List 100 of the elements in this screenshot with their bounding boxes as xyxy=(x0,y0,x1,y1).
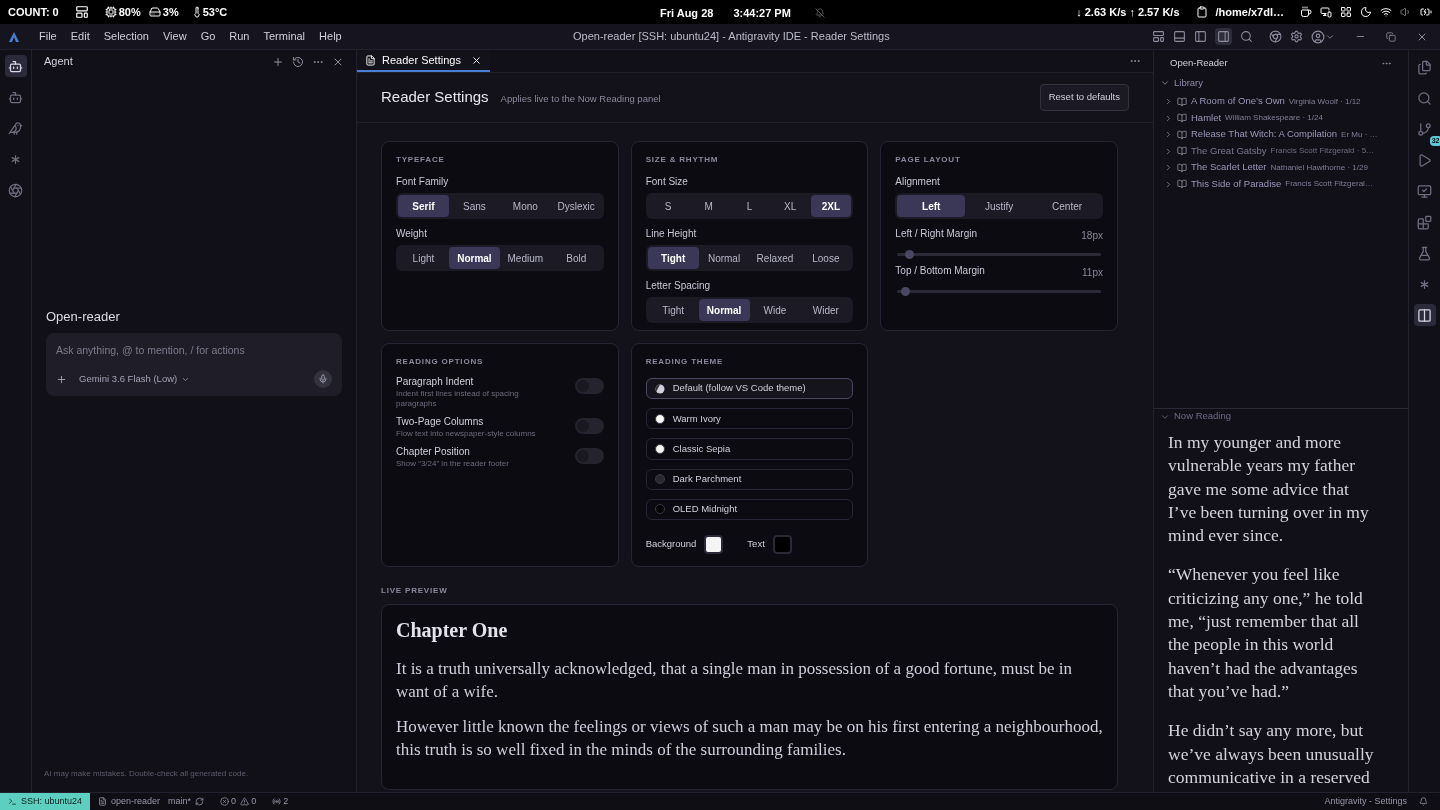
book-paragraph: In my younger and more vulnerable years my father gave me some advice that I’ve been turning over in my mind ever since. xyxy=(1168,431,1370,548)
card-heading: PAGE LAYOUT xyxy=(895,155,962,165)
close-icon[interactable] xyxy=(470,54,482,66)
preview-paragraph: It is a truth universally acknowledged, that a single man in possession of a good fortune, must be in want of a wife. xyxy=(396,658,1074,703)
book-title[interactable]: Hamlet xyxy=(1191,110,1222,126)
segment-option[interactable]: Normal xyxy=(698,247,750,269)
segment-option[interactable]: 2XL xyxy=(810,195,852,217)
segment-option[interactable]: Medium xyxy=(499,247,551,269)
restore-icon xyxy=(1386,31,1396,42)
color-swatch[interactable] xyxy=(772,535,792,554)
menu-item[interactable]: Help xyxy=(312,28,349,45)
theme-option[interactable]: Warm Ivory xyxy=(645,408,854,430)
segment-option[interactable]: Wide xyxy=(749,299,801,321)
segment-option[interactable]: L xyxy=(729,195,770,217)
menu-item[interactable]: File xyxy=(32,28,64,45)
slider-value: 18px xyxy=(1081,229,1103,243)
setting-label: Line Height xyxy=(645,228,698,240)
theme-option[interactable]: OLED Midnight xyxy=(645,498,854,520)
panel-bottom-icon xyxy=(1173,30,1186,43)
setting-label: Font Size xyxy=(645,176,689,188)
robot-icon[interactable] xyxy=(4,55,27,77)
preview-paragraph: However little known the feelings or views of such a man may be on his first entering a neighbourhood, this truth is so well fixed in the minds of the surrounding families. xyxy=(396,716,1103,761)
segment-option[interactable]: Normal xyxy=(448,247,500,269)
theme-option[interactable]: Default (follow VS Code theme) xyxy=(645,378,854,400)
segment-option[interactable]: Tight xyxy=(647,299,699,321)
theme-option[interactable]: Classic Sepia xyxy=(645,438,854,460)
menu-item[interactable]: Terminal xyxy=(256,28,313,45)
toggle-switch[interactable] xyxy=(574,378,604,394)
slider-track[interactable] xyxy=(897,290,1101,293)
setting-label: Top / Bottom Margin xyxy=(895,265,985,278)
cpu-icon xyxy=(104,6,117,18)
tree-section[interactable]: Library xyxy=(1154,76,1408,91)
book-icon xyxy=(1177,96,1187,107)
slider-thumb[interactable] xyxy=(900,287,910,296)
segment-option[interactable]: Tight xyxy=(647,247,699,269)
segment-option[interactable]: Sans xyxy=(448,195,500,217)
book-title[interactable]: A Room of One’s Own xyxy=(1191,94,1285,109)
error-count[interactable]: 0 xyxy=(231,794,237,809)
color-swatch[interactable] xyxy=(704,535,724,554)
book-meta: Nathaniel Hawthorne · 1/29 xyxy=(1270,161,1368,174)
columns-icon[interactable] xyxy=(1413,304,1436,326)
warning-icon xyxy=(240,797,250,806)
setting-label: Left / Right Margin xyxy=(895,228,978,241)
error-icon xyxy=(220,797,230,806)
segment-option[interactable]: Mono xyxy=(499,195,551,217)
slider-track[interactable] xyxy=(897,253,1101,256)
reset-button[interactable]: Reset to defaults xyxy=(1039,84,1129,111)
segment-option[interactable]: Dyslexic xyxy=(550,195,602,217)
clipboard-icon xyxy=(1195,6,1208,18)
page-title: Reader Settings xyxy=(381,87,489,108)
browser-icon xyxy=(1269,30,1282,43)
bell-icon xyxy=(1419,797,1428,806)
menu-item[interactable]: View xyxy=(155,28,194,45)
chat-input[interactable]: Ask anything, @ to mention, / for actions Gemini 3.6 Flash (Low) xyxy=(46,332,342,397)
segment-option[interactable]: Justify xyxy=(965,195,1034,217)
book-title[interactable]: The Scarlet Letter xyxy=(1191,160,1267,175)
segment-option[interactable]: Relaxed xyxy=(749,247,801,269)
menu-item[interactable]: Selection xyxy=(96,28,156,45)
search-icon xyxy=(1240,30,1253,43)
model-picker[interactable]: Gemini 3.6 Flash (Low) xyxy=(79,372,191,387)
warning-count[interactable]: 0 xyxy=(251,794,257,809)
segment-option[interactable]: M xyxy=(688,195,730,217)
segment-option[interactable]: Loose xyxy=(800,247,852,269)
segment-option[interactable]: Serif xyxy=(398,195,449,217)
segment-option[interactable]: Normal xyxy=(698,299,750,321)
theme-option[interactable]: Dark Parchment xyxy=(645,468,854,490)
segment-option[interactable]: Light xyxy=(398,247,449,269)
devices-icon xyxy=(1320,6,1332,18)
ports-count[interactable]: 2 xyxy=(283,794,289,809)
menu-item[interactable]: Run xyxy=(222,28,257,45)
book-title[interactable]: Release That Witch: A Compilation xyxy=(1191,127,1338,142)
branch-name[interactable]: main* xyxy=(168,794,192,809)
bell-off-icon xyxy=(814,8,825,19)
toggle-switch[interactable] xyxy=(574,418,604,434)
swatch-label: Background xyxy=(645,537,697,552)
book-paragraph: “Whenever you feel like criticizing any one,” he told me, “just remember that all the people in this world haven’t had the advantages that you’ve had.” xyxy=(1168,563,1364,703)
segment-option[interactable]: S xyxy=(647,195,689,217)
mic-button[interactable] xyxy=(314,370,332,389)
segment-option[interactable]: XL xyxy=(769,195,811,217)
book-icon xyxy=(1177,113,1187,123)
menu-item[interactable]: Edit xyxy=(63,28,97,45)
cpu-usage: 80% xyxy=(118,4,141,20)
slider-thumb[interactable] xyxy=(905,250,915,259)
book-title[interactable]: This Side of Paradise xyxy=(1191,176,1282,192)
status-text[interactable]: Antigravity - Settings xyxy=(1324,794,1407,809)
option-label: Chapter Position xyxy=(396,445,471,459)
segment-option[interactable]: Center xyxy=(1033,195,1101,217)
segment-option[interactable]: Left xyxy=(897,195,966,217)
folder-name[interactable]: open-reader xyxy=(111,794,161,809)
menu-item[interactable]: Go xyxy=(193,28,223,45)
workspace-heading: Open-reader xyxy=(46,308,121,326)
remote-indicator[interactable]: SSH: ubuntu24 xyxy=(0,793,91,810)
segment-option[interactable]: Wider xyxy=(800,299,852,321)
clock: 3:44:27 PM xyxy=(733,6,791,21)
segment-option[interactable]: Bold xyxy=(550,247,602,269)
battery-icon xyxy=(1420,6,1432,18)
app-logo[interactable] xyxy=(8,30,20,43)
card-heading: READING OPTIONS xyxy=(396,357,485,367)
toggle-switch[interactable] xyxy=(574,448,604,464)
tree-section[interactable]: Now Reading xyxy=(1154,408,1408,424)
